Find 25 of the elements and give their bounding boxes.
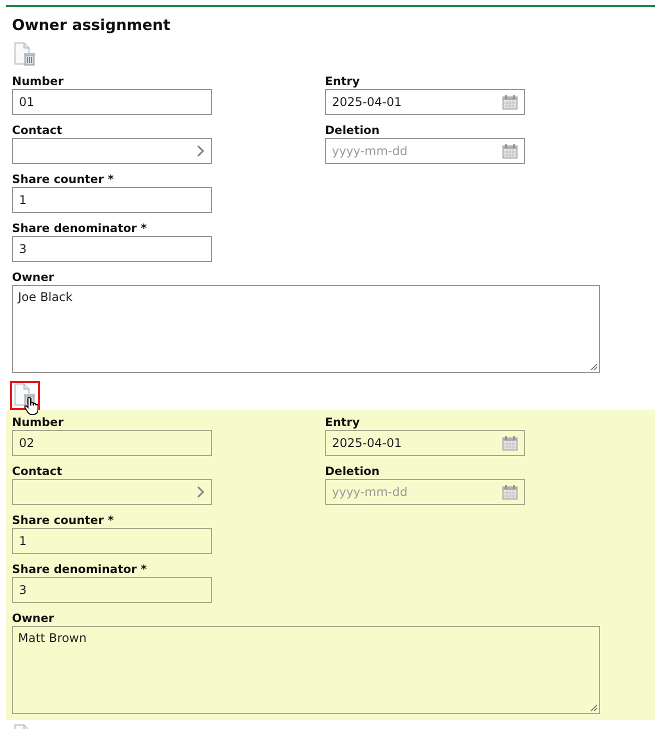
field-label: Contact [12, 463, 64, 479]
field-label: Owner [12, 610, 56, 626]
field-label: Entry [325, 414, 361, 430]
field-label: Number [12, 414, 64, 430]
field-label: Share denominator * [12, 220, 148, 236]
field-label: Entry [325, 73, 361, 89]
field-label: Share counter * [12, 171, 115, 187]
date-field[interactable]: 2025-04-01 [325, 89, 525, 115]
input-field[interactable]: 02 [12, 430, 212, 456]
field-label: Number [12, 73, 64, 89]
field-label: Contact [12, 122, 64, 138]
date-field[interactable]: 2025-04-01 [325, 430, 525, 456]
field-label: Owner [12, 269, 56, 285]
field-label: Deletion [325, 463, 381, 479]
input-field[interactable]: 3 [12, 236, 212, 262]
section-title: Owner assignment [12, 16, 172, 34]
input-field[interactable]: 1 [12, 528, 212, 554]
input-field[interactable]: 3 [12, 577, 212, 603]
field-label: Share denominator * [12, 561, 148, 577]
input-field[interactable]: 01 [12, 89, 212, 115]
owner-text-area[interactable]: Matt Brown [12, 626, 600, 714]
owner-text-area[interactable]: Joe Black [12, 285, 600, 373]
input-field[interactable]: 1 [12, 187, 212, 213]
field-label: Deletion [325, 122, 381, 138]
field-label: Share counter * [12, 512, 115, 528]
